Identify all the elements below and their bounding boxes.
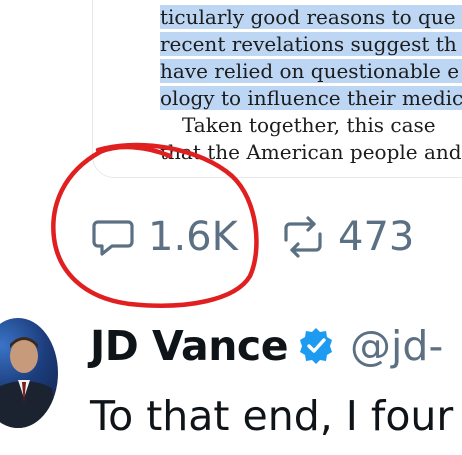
screenshot-page: ticularly good reasons to que recent rev…	[0, 0, 462, 455]
document-line: recent revelations suggest th	[160, 31, 462, 58]
document-line: ticularly good reasons to que	[160, 4, 462, 31]
author-name[interactable]: JD Vance	[90, 322, 289, 370]
document-line: Taken together, this case	[182, 113, 436, 137]
reply-button[interactable]: 1.6K	[90, 214, 238, 260]
retweet-arrows-icon	[280, 214, 326, 260]
tweet-header: JD Vance @jd-	[90, 322, 443, 370]
retweet-button[interactable]: 473	[280, 214, 414, 260]
embedded-document-image[interactable]: ticularly good reasons to que recent rev…	[92, 0, 462, 178]
author-handle[interactable]: @jd-	[350, 322, 443, 370]
retweet-count: 473	[338, 214, 415, 260]
reply-count: 1.6K	[148, 214, 238, 260]
document-text: ticularly good reasons to que recent rev…	[160, 4, 462, 166]
speech-bubble-icon	[90, 214, 136, 260]
document-line: that the American people and	[160, 140, 462, 164]
document-line: ology to influence their medic	[160, 85, 462, 112]
tweet-text: To that end, I four	[90, 392, 454, 440]
document-line: have relied on questionable e	[160, 58, 462, 85]
verified-badge-icon	[296, 326, 336, 366]
avatar[interactable]	[0, 318, 58, 428]
